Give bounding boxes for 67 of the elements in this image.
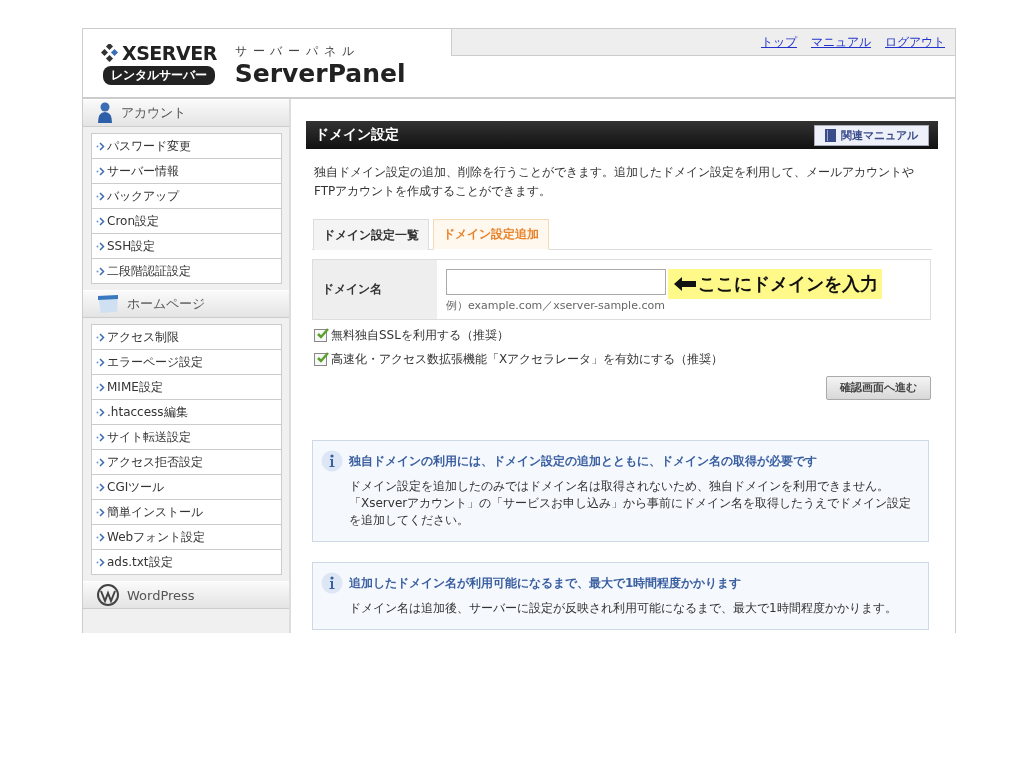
sidebar-item[interactable]: バックアップ [92, 184, 281, 209]
sidebar-item[interactable]: ads.txt設定 [92, 550, 281, 574]
sidebar-item[interactable]: パスワード変更 [92, 134, 281, 159]
chevron-icon [96, 241, 105, 251]
nav-link[interactable]: ログアウト [885, 33, 945, 51]
chevron-icon [96, 357, 105, 367]
domain-input-field[interactable] [446, 269, 666, 295]
chevron-icon [96, 141, 105, 151]
tab[interactable]: ドメイン設定一覧 [313, 219, 429, 250]
logo-badge: レンタルサーバー [102, 65, 215, 85]
logo-icon [101, 43, 119, 62]
chevron-icon [96, 407, 105, 417]
nav-link[interactable]: マニュアル [811, 33, 871, 51]
chevron-icon [96, 266, 105, 276]
logo-subtitle: サ ー バ ー パ ネ ル [234, 42, 356, 60]
circle-logo-icon [97, 584, 119, 606]
chevron-icon [96, 432, 105, 442]
notice-title: 独自ドメインの利用には、ドメイン設定の追加とともに、ドメイン名の取得が必要です [349, 452, 817, 470]
person-icon [97, 102, 113, 124]
sidebar-item[interactable]: MIME設定 [92, 375, 281, 400]
manual-button[interactable]: 関連マニュアル [814, 124, 929, 146]
chevron-icon [96, 332, 105, 342]
notice-text: ドメイン設定を追加したのみではドメイン名は取得されないため、独自ドメインを利用できません。「Xserverアカウント」の「サービスお申し込み」から事前にドメイン名を取得したうえでドメイン設定を追加してください。 [349, 478, 913, 529]
chevron-icon [96, 382, 105, 392]
book-icon [825, 128, 836, 142]
sidebar-item[interactable]: CGIツール [92, 475, 281, 500]
sidebar-item[interactable]: アクセス拒否設定 [92, 450, 281, 475]
chevron-icon [96, 507, 105, 517]
logo-brand: XSERVER [122, 41, 217, 64]
page-title: ドメイン設定 [315, 126, 399, 144]
notice-title: 追加したドメイン名が利用可能になるまで、最大で1時間程度かかります [349, 574, 742, 592]
chevron-icon [96, 166, 105, 176]
section-title: WordPress [127, 587, 195, 603]
chevron-icon [96, 482, 105, 492]
checkbox[interactable] [314, 353, 327, 366]
sidebar-item[interactable]: サーバー情報 [92, 159, 281, 184]
checkbox-label: 高速化・アクセス数拡張機能「Xアクセラレータ」を有効にする（推奨） [331, 351, 724, 368]
sidebar-item[interactable]: Webフォント設定 [92, 525, 281, 550]
sidebar-item[interactable]: SSH設定 [92, 234, 281, 259]
checkbox-label: 無料独自SSLを利用する（推奨） [331, 327, 509, 344]
callout-text: ここにドメインを入力 [698, 272, 878, 296]
sidebar-item[interactable]: サイト転送設定 [92, 425, 281, 450]
logo-title: ServerPanel [234, 59, 406, 88]
notice-text: ドメイン名は追加後、サーバーに設定が反映され利用可能になるまで、最大で1時間程度かかります。 [349, 600, 898, 617]
chevron-icon [96, 191, 105, 201]
sidebar-item[interactable]: 二段階認証設定 [92, 259, 281, 283]
info-icon [321, 572, 343, 594]
field-hint: 例）example.com／xserver-sample.com [446, 298, 666, 313]
sidebar-item[interactable]: 簡単インストール [92, 500, 281, 525]
checkbox[interactable] [314, 329, 327, 342]
window-icon [97, 294, 119, 314]
sidebar-item[interactable]: アクセス制限 [92, 325, 281, 350]
field-label: ドメイン名 [313, 260, 437, 319]
chevron-icon [96, 532, 105, 542]
arrow-left-icon [674, 277, 696, 291]
info-icon [321, 450, 343, 472]
chevron-icon [96, 557, 105, 567]
section-title: アカウント [121, 104, 186, 122]
sidebar-item[interactable]: エラーページ設定 [92, 350, 281, 375]
chevron-icon [96, 457, 105, 467]
sidebar-item[interactable]: .htaccess編集 [92, 400, 281, 425]
section-title: ホームページ [127, 295, 205, 313]
sidebar-item[interactable]: Cron設定 [92, 209, 281, 234]
confirm-button[interactable]: 確認画面へ進む [826, 376, 931, 400]
chevron-icon [96, 216, 105, 226]
description: 独自ドメイン設定の追加、削除を行うことができます。追加したドメイン設定を利用して、メールアカウントやFTPアカウントを作成することができます。 [314, 164, 915, 200]
nav-link[interactable]: トップ [761, 33, 797, 51]
